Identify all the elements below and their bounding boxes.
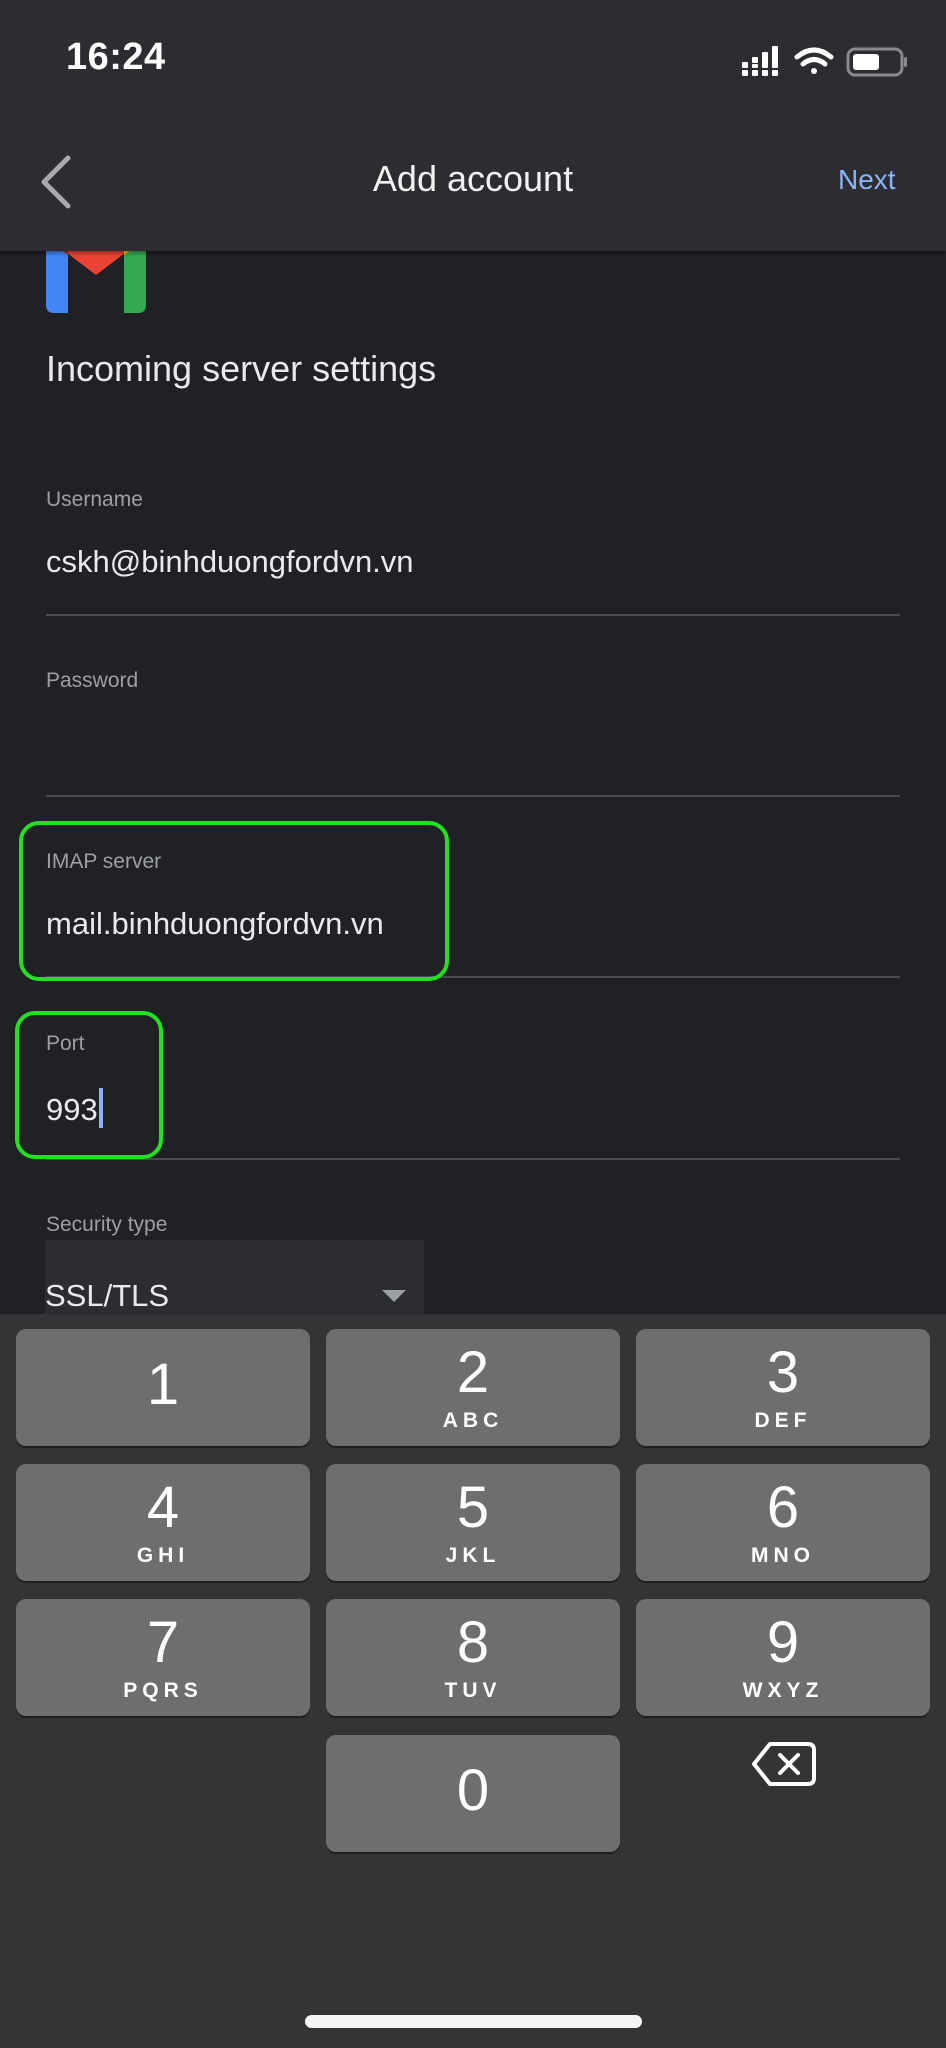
imap-server-highlight <box>19 821 449 981</box>
key-2[interactable]: 2 ABC <box>326 1329 620 1446</box>
top-bar: 16:24 Add account Next <box>0 0 946 251</box>
key-letters: DEF <box>754 1409 812 1432</box>
key-letters: TUV <box>444 1679 502 1702</box>
security-type-value: SSL/TLS <box>45 1278 170 1313</box>
port-divider <box>46 1158 900 1160</box>
key-digit: 6 <box>766 1475 800 1540</box>
next-button[interactable]: Next <box>838 164 896 196</box>
chevron-left-icon <box>41 155 71 209</box>
key-0[interactable]: 0 <box>326 1735 620 1852</box>
password-divider <box>46 795 900 797</box>
section-title: Incoming server settings <box>46 348 437 389</box>
numeric-keypad: 1 2 ABC 3 DEF 4 GHI 5 JKL 6 MNO 7 PQRS 8… <box>0 1314 946 2048</box>
status-icons <box>740 40 910 80</box>
key-letters: MNO <box>751 1544 815 1567</box>
dropdown-arrow-icon <box>382 1290 406 1302</box>
key-6[interactable]: 6 MNO <box>636 1464 930 1581</box>
key-digit: 9 <box>766 1610 800 1675</box>
key-digit: 7 <box>146 1610 180 1675</box>
home-indicator[interactable] <box>305 2015 642 2028</box>
security-type-select[interactable]: SSL/TLS <box>45 1240 424 1314</box>
key-digit: 8 <box>456 1610 490 1675</box>
key-3[interactable]: 3 DEF <box>636 1329 930 1446</box>
key-digit: 0 <box>456 1758 490 1823</box>
key-digit: 3 <box>766 1340 800 1405</box>
key-digit: 5 <box>456 1475 490 1540</box>
password-label: Password <box>46 669 139 692</box>
delete-button[interactable] <box>740 1729 830 1799</box>
key-letters: GHI <box>136 1544 190 1567</box>
port-highlight <box>15 1011 163 1159</box>
wifi-icon <box>794 47 834 74</box>
status-time: 16:24 <box>66 36 166 78</box>
key-digit: 2 <box>456 1340 490 1405</box>
username-label: Username <box>46 488 143 511</box>
battery-icon <box>846 47 907 77</box>
key-digit: 1 <box>146 1352 180 1417</box>
back-button[interactable] <box>36 154 76 210</box>
key-4[interactable]: 4 GHI <box>16 1464 310 1581</box>
key-letters: JKL <box>445 1544 501 1567</box>
key-letters: ABC <box>442 1409 504 1432</box>
security-type-label: Security type <box>46 1213 168 1236</box>
username-divider <box>46 614 900 616</box>
signal-icon <box>742 46 778 76</box>
key-8[interactable]: 8 TUV <box>326 1599 620 1716</box>
page-title: Add account <box>0 158 946 200</box>
key-digit: 4 <box>146 1475 180 1540</box>
key-5[interactable]: 5 JKL <box>326 1464 620 1581</box>
key-9[interactable]: 9 WXYZ <box>636 1599 930 1716</box>
backspace-icon <box>752 1742 816 1786</box>
page-title-text: Add account <box>372 158 574 199</box>
key-letters: WXYZ <box>742 1679 824 1702</box>
key-1[interactable]: 1 <box>16 1329 310 1446</box>
key-7[interactable]: 7 PQRS <box>16 1599 310 1716</box>
username-input[interactable]: cskh@binhduongfordvn.vn <box>46 544 414 580</box>
key-letters: PQRS <box>123 1679 203 1702</box>
